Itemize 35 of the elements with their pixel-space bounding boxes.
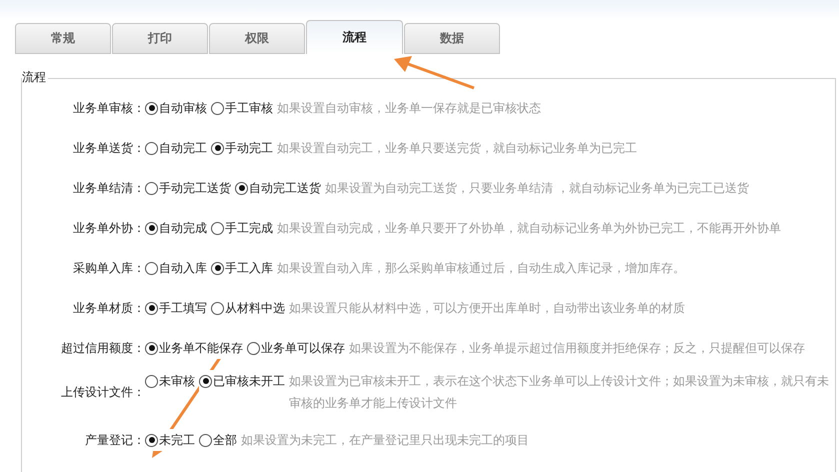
setting-label: 业务单外协：: [72, 220, 145, 236]
radio-button[interactable]: [145, 302, 158, 314]
tab[interactable]: 打印: [112, 23, 208, 54]
setting-label: 采购单入库：: [72, 260, 145, 276]
radio-button[interactable]: [211, 222, 224, 234]
radio-button[interactable]: [199, 434, 212, 446]
radio-button[interactable]: [235, 182, 248, 194]
radio-option[interactable]: 未完工: [145, 429, 195, 451]
setting-label: 上传设计文件：: [60, 384, 145, 400]
radio-button[interactable]: [211, 142, 224, 154]
setting-label: 业务单审核：: [72, 100, 145, 116]
tab[interactable]: 流程: [306, 20, 403, 54]
radio-button[interactable]: [145, 374, 158, 388]
setting-label: 超过信用额度：: [60, 340, 145, 356]
radio-button[interactable]: [211, 262, 224, 274]
radio-button[interactable]: [145, 142, 158, 154]
tab[interactable]: 权限: [209, 23, 305, 54]
radio-button[interactable]: [211, 102, 224, 114]
setting-label: 业务单结清：: [72, 180, 145, 196]
radio-button[interactable]: [145, 102, 158, 114]
radio-button[interactable]: [145, 434, 158, 446]
radio-button[interactable]: [145, 182, 158, 194]
tab[interactable]: 数据: [404, 23, 500, 54]
radio-button[interactable]: [199, 374, 212, 388]
radio-button[interactable]: [145, 222, 158, 234]
setting-label: 产量登记：: [84, 432, 145, 448]
radio-button[interactable]: [145, 342, 158, 354]
radio-button[interactable]: [145, 262, 158, 274]
tab[interactable]: 常规: [15, 23, 111, 54]
radio-button[interactable]: [247, 342, 260, 354]
setting-label: 业务单送货：: [72, 140, 145, 156]
radio-option[interactable]: 已审核未开工: [199, 370, 285, 392]
setting-label: 业务单材质：: [72, 300, 145, 316]
radio-option[interactable]: 业务单不能保存: [145, 337, 243, 359]
radio-button[interactable]: [211, 302, 224, 314]
